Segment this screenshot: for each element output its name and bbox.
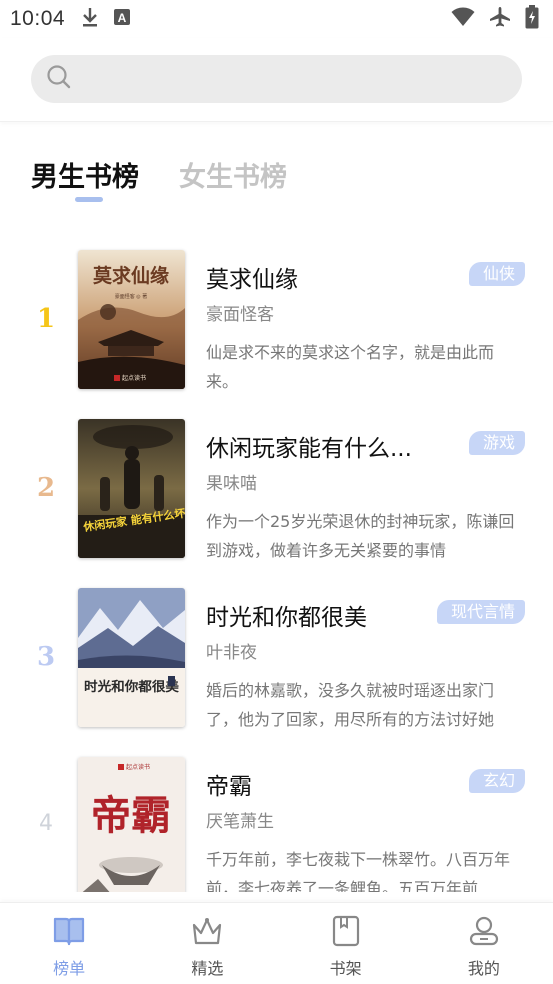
svg-text:A: A	[118, 11, 127, 25]
nav-label: 精选	[191, 959, 224, 978]
book-cover[interactable]: 莫求仙缘 豪面怪客 ◎ 著 起点读书	[78, 250, 185, 389]
tab-male-ranking[interactable]: 男生书榜	[31, 155, 139, 202]
nav-item-bookshelf[interactable]: 书架	[277, 903, 415, 984]
rank-number: 1	[36, 304, 56, 334]
status-time: 10:04	[10, 7, 66, 30]
book-title: 帝霸	[206, 774, 252, 800]
cover-publisher-text: 起点读书	[122, 374, 146, 382]
book-author: 果味喵	[206, 474, 257, 494]
nav-item-profile[interactable]: 我的	[415, 903, 553, 984]
genre-tag: 游戏	[468, 431, 525, 455]
book-author: 叶非夜	[206, 643, 257, 663]
book-item[interactable]: 2 休闲玩家 能有什么坏心眼 休闲玩家能有什么... 游戏 果味喵 作为一个25…	[0, 407, 553, 560]
genre-tag: 玄幻	[468, 769, 525, 793]
book-description: 仙是求不来的莫求这个名字，就是由此而来。	[206, 343, 495, 391]
search-bar[interactable]	[31, 55, 522, 103]
book-description: 千万年前，李七夜栽下一株翠竹。八百万年前，李七夜养了一条鲤鱼。五百万年前	[206, 850, 511, 892]
book-description: 作为一个25岁光荣退休的封神玩家，陈谦回到游戏，做着许多无关紧要的事情	[206, 512, 515, 560]
rank-number: 3	[36, 642, 56, 672]
bookshelf-icon	[329, 915, 363, 951]
cover-title-text: 莫求仙缘	[93, 264, 169, 287]
book-cover[interactable]: 休闲玩家 能有什么坏心眼	[78, 419, 185, 558]
wifi-icon	[451, 7, 475, 31]
nav-item-rankings[interactable]: 榜单	[0, 903, 138, 984]
book-cover[interactable]: 时光和你都很美	[78, 588, 185, 727]
genre-tag: 现代言情	[436, 600, 525, 624]
crown-icon	[190, 915, 224, 951]
airplane-mode-icon	[489, 6, 511, 32]
cover-title-text: 时光和你都很美	[84, 679, 180, 695]
tab-label: 女生书榜	[179, 162, 287, 193]
book-description: 婚后的林嘉歌，没多久就被时瑶逐出家门了，他为了回家，用尽所有的方法讨好她	[206, 681, 495, 729]
battery-charging-icon	[525, 5, 539, 33]
book-item[interactable]: 1 莫求仙缘 豪面怪客 ◎ 著 起点读书 莫求仙缘 仙侠 豪面怪客 仙是求不来的…	[0, 238, 553, 391]
book-title: 莫求仙缘	[206, 267, 298, 293]
nav-label: 我的	[467, 959, 500, 978]
cover-title-text: 帝霸	[91, 792, 171, 839]
nav-label: 书架	[329, 959, 362, 978]
genre-tag: 仙侠	[468, 262, 525, 286]
cover-author-text: 豪面怪客 ◎ 著	[115, 293, 148, 300]
book-author: 厌笔萧生	[206, 812, 274, 832]
book-title: 时光和你都很美	[206, 605, 367, 631]
search-area	[0, 38, 553, 122]
cover-publisher-text: 起点读书	[126, 763, 150, 771]
book-title: 休闲玩家能有什么...	[206, 436, 412, 462]
bottom-navigation: 榜单 精选 书架 我的	[0, 902, 553, 984]
search-icon	[46, 64, 72, 94]
gender-tabs: 男生书榜 女生书榜	[31, 155, 287, 202]
book-author: 豪面怪客	[206, 305, 274, 325]
nav-label: 榜单	[53, 959, 86, 978]
active-tab-indicator	[75, 197, 103, 202]
rank-number: 4	[39, 811, 53, 836]
nav-item-featured[interactable]: 精选	[138, 903, 276, 984]
book-item[interactable]: 4 起点读书 帝霸 帝霸 玄幻 厌笔萧生 千万年前，李七夜栽下一株翠竹。八百万年…	[0, 745, 553, 892]
book-open-icon	[52, 915, 86, 951]
status-bar: 10:04 A	[0, 0, 553, 38]
tab-label: 男生书榜	[31, 162, 139, 193]
profile-icon	[467, 915, 501, 951]
book-cover[interactable]: 起点读书 帝霸	[78, 757, 185, 892]
rank-number: 2	[36, 473, 56, 503]
book-list: 1 莫求仙缘 豪面怪客 ◎ 著 起点读书 莫求仙缘 仙侠 豪面怪客 仙是求不来的…	[0, 238, 553, 892]
download-icon	[81, 6, 99, 32]
a-notification-icon: A	[113, 8, 131, 30]
book-item[interactable]: 3 时光和你都很美 时光和你都很美 现代言情 叶非夜 婚后的林嘉歌，没多久就被时…	[0, 576, 553, 729]
tab-female-ranking[interactable]: 女生书榜	[179, 155, 287, 194]
